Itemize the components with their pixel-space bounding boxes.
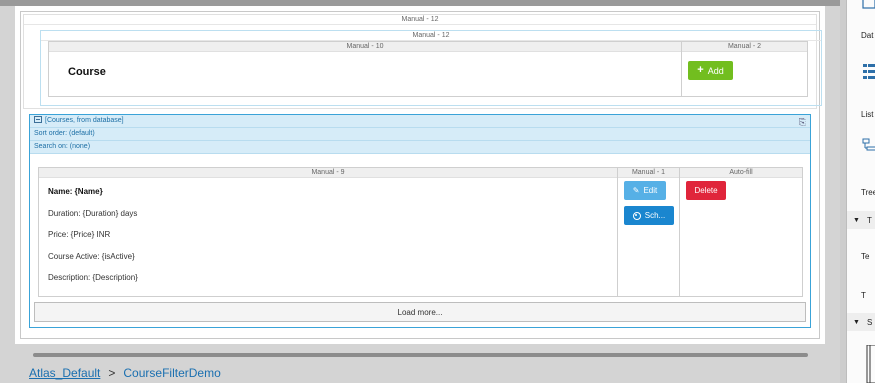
title-column[interactable]: Manual - 10 Course: [49, 42, 682, 96]
chevron-down-icon: ▼: [853, 318, 860, 326]
chevron-down-icon: ▼: [853, 216, 860, 224]
load-more-button[interactable]: Load more...: [34, 302, 806, 322]
target-icon: [632, 211, 641, 220]
page-canvas: Manual - 12 Manual - 12 Manual - 10 Cour…: [15, 6, 825, 344]
list-view-source[interactable]: [Courses, from database] ⎘: [30, 115, 810, 128]
breadcrumb-separator: >: [108, 366, 116, 380]
list-view-search-on[interactable]: Search on: (none): [30, 141, 810, 154]
name-field: Name: {Name}: [48, 187, 103, 196]
description-field: Description: {Description}: [48, 273, 138, 282]
grid-column-header: Manual - 12: [41, 31, 821, 41]
layout-widget-icon[interactable]: [861, 345, 875, 383]
list-view-icon[interactable]: [861, 62, 875, 80]
toolbox-item[interactable]: T: [861, 291, 866, 300]
page-editor: Manual - 12 Manual - 12 Manual - 10 Cour…: [0, 0, 840, 383]
add-button-label: Add: [707, 65, 724, 76]
duration-field: Duration: {Duration} days: [48, 209, 138, 218]
schedule-button[interactable]: Sch...: [624, 206, 674, 225]
pencil-icon: ✎: [632, 186, 640, 195]
breadcrumb: Atlas_Default > CourseFilterDemo: [29, 366, 221, 380]
action-column[interactable]: Manual - 2 + Add: [682, 42, 807, 96]
tree-view-icon[interactable]: [861, 138, 875, 156]
price-field: Price: {Price} INR: [48, 230, 111, 239]
header-row: Manual - 10 Course Manual - 2 + Add: [48, 41, 808, 97]
toolbox-section-header[interactable]: ▼ S: [847, 313, 875, 331]
autofill-column[interactable]: Auto-fill Delete: [680, 168, 802, 296]
list-view-sort-order[interactable]: Sort order: (default): [30, 128, 810, 141]
edit-button-label: Edit: [643, 186, 658, 195]
horizontal-scrollbar[interactable]: [33, 353, 808, 357]
courses-list-view[interactable]: [Courses, from database] ⎘ Sort order: (…: [29, 114, 811, 328]
column-header: Auto-fill: [680, 168, 802, 178]
list-source-label: [Courses, from database]: [45, 117, 124, 124]
edit-button[interactable]: ✎ Edit: [624, 181, 666, 200]
breadcrumb-root-link[interactable]: Atlas_Default: [29, 366, 100, 380]
toolbox-item[interactable]: Te: [861, 252, 869, 261]
fields-column[interactable]: Manual - 9 Name: {Name} Duration: {Durat…: [39, 168, 618, 296]
toolbox-item-data-view[interactable]: Dat: [861, 31, 873, 40]
grid-column-header: Manual - 12: [24, 15, 816, 25]
column-header: Manual - 1: [618, 168, 679, 178]
buttons-column[interactable]: Manual - 1 ✎ Edit Sch...: [618, 168, 680, 296]
list-item-template: Manual - 9 Name: {Name} Duration: {Durat…: [38, 167, 803, 297]
column-header: Manual - 10: [49, 42, 681, 52]
breadcrumb-page-link[interactable]: CourseFilterDemo: [123, 366, 220, 380]
canvas-layout: Manual - 12 Manual - 12 Manual - 10 Cour…: [20, 11, 822, 339]
page-title: Course: [68, 66, 106, 78]
layout-grid-outer[interactable]: Manual - 12 Manual - 12 Manual - 10 Cour…: [23, 14, 822, 109]
toolbox-item-list-view[interactable]: List: [861, 110, 873, 119]
add-button[interactable]: + Add: [688, 61, 733, 80]
active-field: Course Active: {isActive}: [48, 252, 135, 261]
toolbox-item-tree-view[interactable]: Tree: [861, 188, 875, 197]
toolbox-panel: Dat List Tree ▼ T Te T ▼ S: [846, 0, 875, 383]
data-view-icon[interactable]: [861, 0, 875, 14]
plus-icon: +: [697, 64, 704, 76]
toolbox-section-header[interactable]: ▼ T: [847, 211, 875, 229]
column-header: Manual - 2: [682, 42, 807, 52]
column-header: Manual - 9: [39, 168, 617, 178]
delete-button[interactable]: Delete: [686, 181, 726, 200]
clipboard-icon[interactable]: ⎘: [799, 116, 806, 128]
schedule-button-label: Sch...: [644, 211, 666, 220]
database-icon: [34, 116, 42, 123]
